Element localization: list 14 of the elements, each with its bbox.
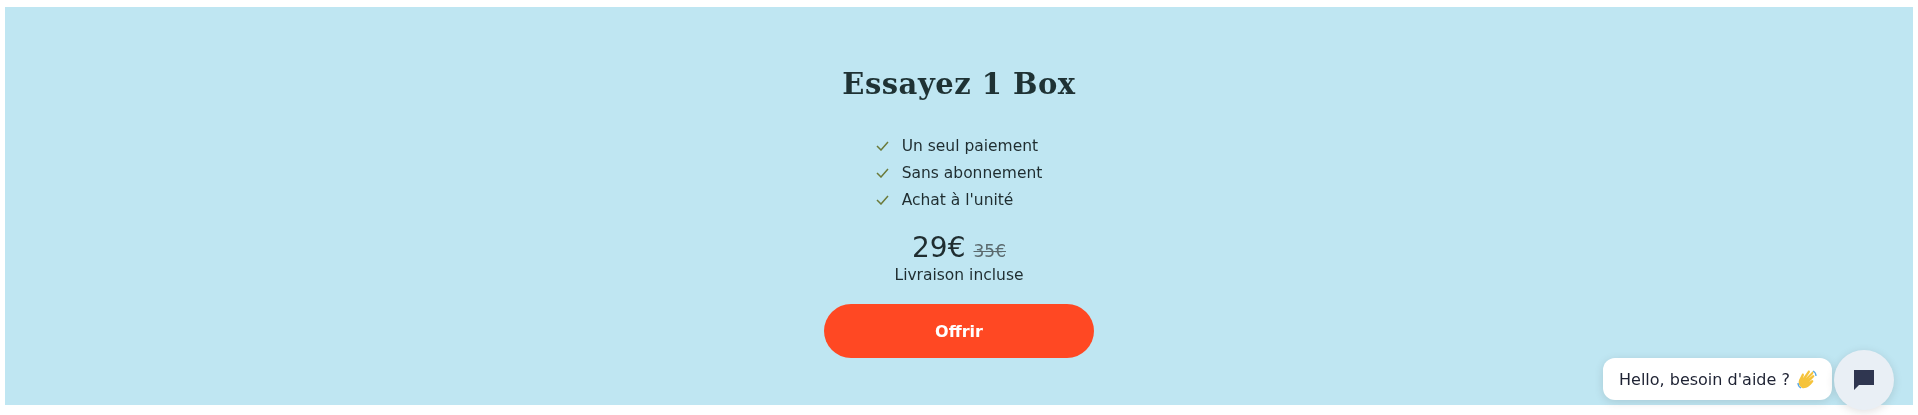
chat-greeting[interactable]: Hello, besoin d'aide ? <box>1603 358 1832 400</box>
price: 29€ <box>912 231 966 264</box>
waving-hand-icon <box>1795 368 1818 390</box>
old-price: 35€ <box>973 241 1006 261</box>
delivery-note: Livraison incluse <box>894 266 1024 284</box>
feature-text: Sans abonnement <box>901 163 1043 182</box>
greeting-text: Hello, besoin d'aide ? <box>1619 369 1790 389</box>
offer-title: Essayez 1 Box <box>842 67 1076 101</box>
check-icon <box>875 140 889 151</box>
check-icon <box>875 194 889 205</box>
check-icon <box>875 167 889 178</box>
feature-text: Achat à l'unité <box>901 190 1014 209</box>
feature-text: Un seul paiement <box>901 136 1039 155</box>
chat-icon <box>1852 368 1876 392</box>
